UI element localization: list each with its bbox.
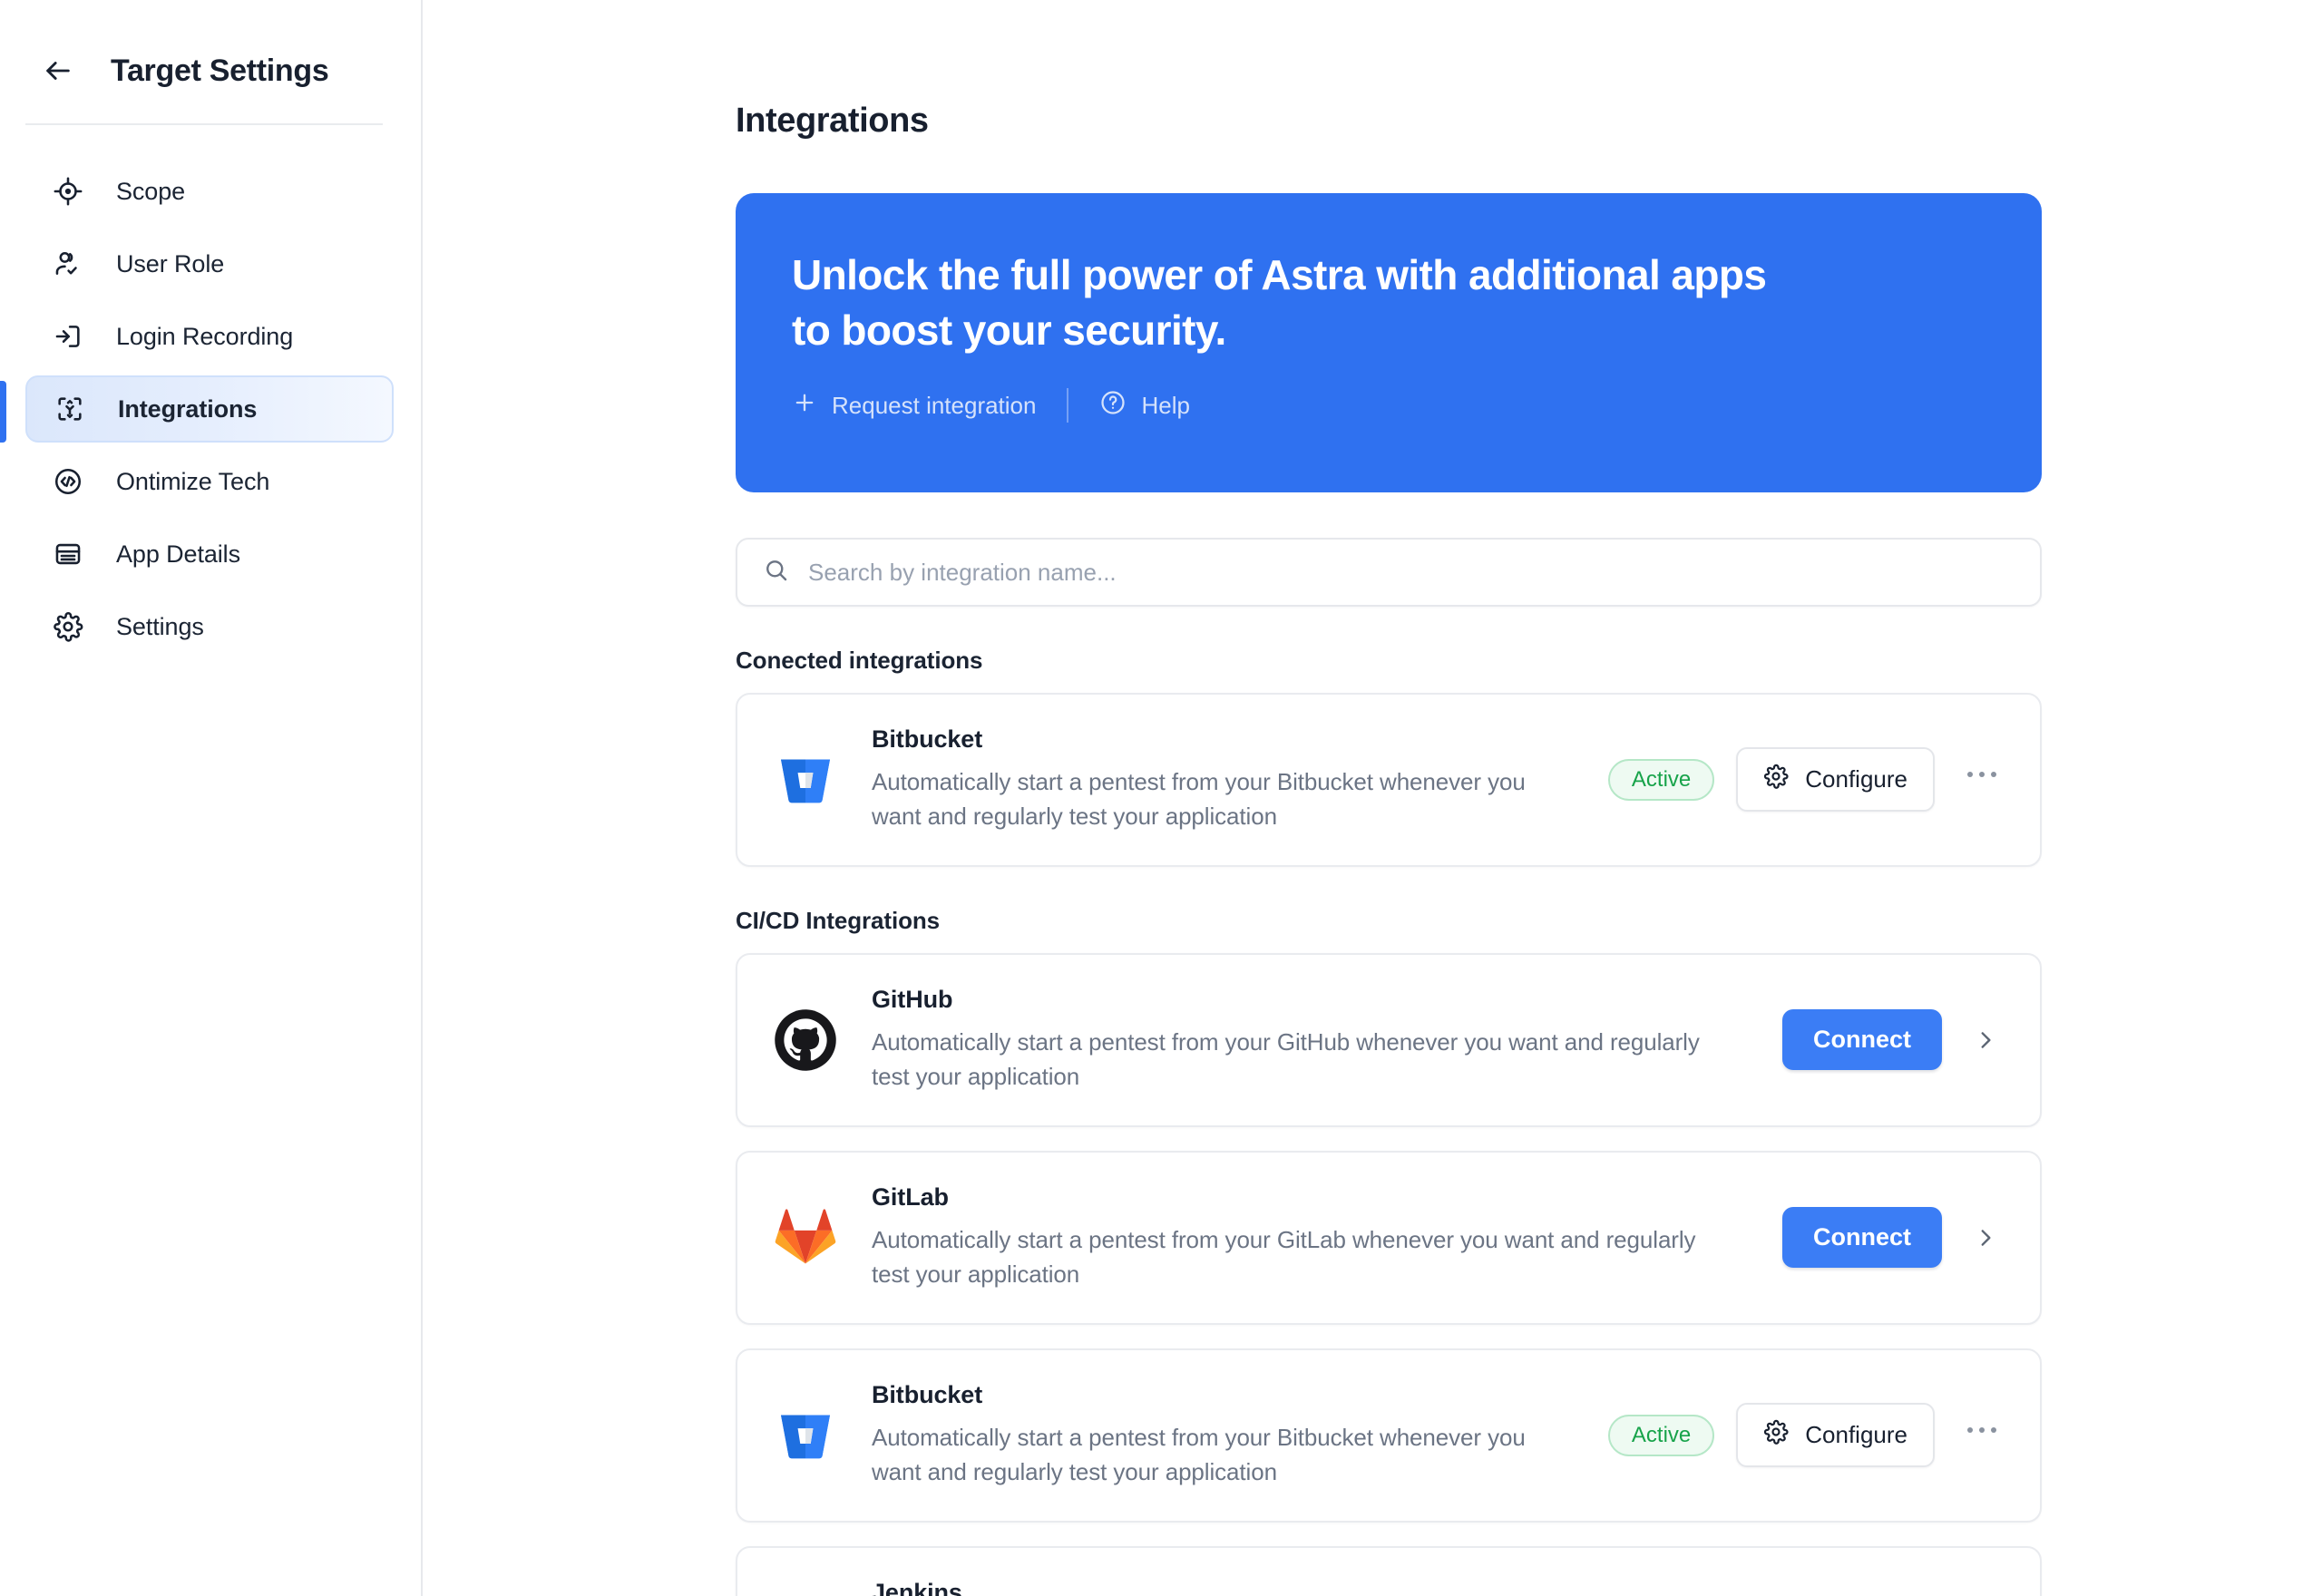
card-body: Bitbucket Automatically start a pentest … xyxy=(872,725,1577,834)
sidebar-item-login-recording[interactable]: Login Recording xyxy=(25,303,394,370)
crosshair-icon xyxy=(51,174,85,209)
card-actions: Active Configure xyxy=(1607,747,2007,813)
integration-card-gitlab[interactable]: GitLab Automatically start a pentest fro… xyxy=(736,1150,2042,1325)
configure-button[interactable]: Configure xyxy=(1736,747,1935,813)
bitbucket-logo xyxy=(770,744,841,815)
integration-description: Automatically start a pentest from your … xyxy=(872,1027,1700,1091)
request-integration-label: Request integration xyxy=(832,391,1037,419)
integration-name: Bitbucket xyxy=(872,725,983,753)
card-actions: Active Configure xyxy=(1607,1403,2007,1468)
sidebar-header: Target Settings xyxy=(0,0,421,102)
configure-label: Configure xyxy=(1805,1421,1907,1449)
request-integration-button[interactable]: Request integration xyxy=(792,390,1036,422)
sidebar-item-label: User Role xyxy=(116,249,225,277)
user-check-icon xyxy=(51,247,85,281)
section-heading-cicd: CI/CD Integrations xyxy=(736,906,940,934)
status-badge: Active xyxy=(1607,1414,1715,1456)
connect-button[interactable]: Connect xyxy=(1782,1009,1942,1071)
banner-actions: Request integration Help xyxy=(792,388,1985,423)
card-body: Bitbucket Automatically start a pentest … xyxy=(872,1381,1577,1490)
bitbucket-logo xyxy=(770,1400,841,1471)
card-body: GitLab Automatically start a pentest fro… xyxy=(872,1183,1751,1292)
ellipsis-icon[interactable] xyxy=(1956,1410,2007,1461)
chevron-right-icon[interactable] xyxy=(1964,1216,2007,1260)
search-input[interactable] xyxy=(808,558,2015,587)
sidebar-item-label: Ontimize Tech xyxy=(116,467,270,495)
search-icon xyxy=(763,557,790,589)
sidebar-item-user-role[interactable]: User Role xyxy=(25,230,394,297)
integration-description: Automatically start a pentest from your … xyxy=(872,768,1526,831)
integration-card-jenkins[interactable]: Jenkins Automatically start a pentest fr… xyxy=(736,1545,2042,1596)
card-actions: Connect xyxy=(1782,1009,2007,1071)
login-icon xyxy=(51,319,85,354)
gear-icon xyxy=(1763,764,1789,795)
sidebar-item-label: Integrations xyxy=(118,394,258,423)
help-button[interactable]: Help xyxy=(1099,389,1190,423)
integration-name: GitHub xyxy=(872,985,953,1013)
sidebar-item-integrations[interactable]: Integrations xyxy=(0,375,394,443)
banner-separator xyxy=(1067,388,1069,423)
ellipsis-icon[interactable] xyxy=(1956,754,2007,805)
sidebar: Target Settings Scope User Role Login Re… xyxy=(0,0,423,1596)
sidebar-nav: Scope User Role Login Recording Integrat… xyxy=(0,125,421,660)
configure-label: Configure xyxy=(1805,765,1907,793)
integration-description: Automatically start a pentest from your … xyxy=(872,1423,1526,1486)
banner-title: Unlock the full power of Astra with addi… xyxy=(792,251,1767,354)
arrow-left-icon[interactable] xyxy=(38,51,78,91)
integration-card-bitbucket-cicd[interactable]: Bitbucket Automatically start a pentest … xyxy=(736,1348,2042,1523)
card-body: Jenkins Automatically start a pentest fr… xyxy=(872,1579,1751,1596)
gear-icon xyxy=(51,609,85,644)
connect-button[interactable]: Connect xyxy=(1782,1207,1942,1269)
chevron-right-icon[interactable] xyxy=(1964,1018,2007,1062)
help-label: Help xyxy=(1141,391,1190,419)
search-bar[interactable] xyxy=(736,538,2042,607)
integration-name: GitLab xyxy=(872,1182,949,1211)
card-body: GitHub Automatically start a pentest fro… xyxy=(872,986,1751,1095)
integration-name: Bitbucket xyxy=(872,1380,983,1408)
main-content: Integrations Unlock the full power of As… xyxy=(423,0,2322,1596)
app-root: Target Settings Scope User Role Login Re… xyxy=(0,0,2322,1596)
sidebar-item-ontimize-tech[interactable]: Ontimize Tech xyxy=(25,448,394,515)
sidebar-item-label: Settings xyxy=(116,612,204,640)
sidebar-item-scope[interactable]: Scope xyxy=(25,158,394,225)
app-details-icon xyxy=(51,537,85,571)
sidebar-item-label: Scope xyxy=(116,177,186,205)
integration-card-github[interactable]: GitHub Automatically start a pentest fro… xyxy=(736,952,2042,1127)
sidebar-item-app-details[interactable]: App Details xyxy=(25,521,394,588)
question-circle-icon xyxy=(1099,389,1127,423)
promo-banner: Unlock the full power of Astra with addi… xyxy=(736,193,2042,492)
gear-icon xyxy=(1763,1419,1789,1451)
plus-icon xyxy=(792,390,817,422)
configure-button[interactable]: Configure xyxy=(1736,1403,1935,1468)
section-heading-connected: Conected integrations xyxy=(736,647,983,674)
card-actions: Connect xyxy=(1782,1207,2007,1269)
sidebar-item-label: Login Recording xyxy=(116,322,294,350)
gitlab-logo xyxy=(770,1202,841,1273)
page-title: Integrations xyxy=(736,102,929,140)
integration-description: Automatically start a pentest from your … xyxy=(872,1225,1696,1289)
integration-card-bitbucket-connected[interactable]: Bitbucket Automatically start a pentest … xyxy=(736,693,2042,867)
code-icon xyxy=(51,464,85,499)
integrations-icon xyxy=(53,392,87,426)
sidebar-item-settings[interactable]: Settings xyxy=(25,593,394,660)
status-badge: Active xyxy=(1607,758,1715,801)
integration-name: Jenkins xyxy=(872,1578,962,1596)
sidebar-title: Target Settings xyxy=(111,53,329,88)
sidebar-item-label: App Details xyxy=(116,540,240,568)
github-logo xyxy=(770,1005,841,1075)
